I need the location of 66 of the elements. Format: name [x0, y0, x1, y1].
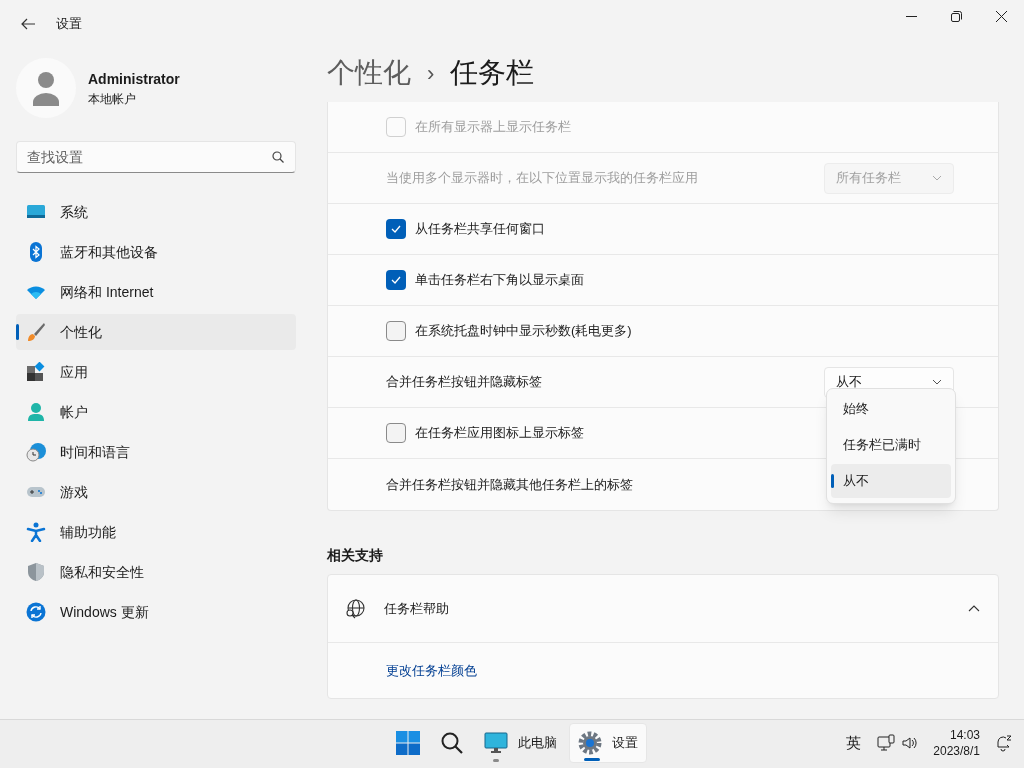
window-title: 设置 [56, 15, 82, 34]
account-type: 本地帐户 [88, 90, 137, 108]
sidebar-item[interactable]: 帐户 [16, 394, 296, 430]
shield-icon [26, 562, 46, 582]
setting-label: 合并任务栏按钮并隐藏标签 [386, 373, 542, 392]
apps-icon [26, 362, 46, 382]
setting-label: 合并任务栏按钮并隐藏其他任务栏上的标签 [386, 475, 633, 494]
chevron-down-icon [932, 175, 942, 181]
clock-time[interactable]: 14:03 [949, 727, 980, 743]
network-icon [877, 734, 896, 752]
link[interactable]: 更改任务栏颜色 [386, 660, 477, 681]
help-expander[interactable]: 任务栏帮助 [328, 575, 998, 642]
monitor-icon [484, 731, 508, 755]
setting-label: 从任务栏共享任何窗口 [415, 220, 545, 239]
breadcrumb-separator: › [427, 59, 435, 88]
search-field[interactable]: 查找设置 [16, 141, 296, 173]
sidebar-item[interactable]: 系统 [16, 194, 296, 230]
sidebar-item[interactable]: 蓝牙和其他设备 [16, 234, 296, 270]
input-method-indicator[interactable]: 英 [839, 731, 868, 755]
close-icon [996, 10, 1007, 22]
check-icon [391, 225, 401, 233]
sidebar-item[interactable]: Windows 更新 [16, 594, 296, 630]
setting-label: 在系统托盘时钟中显示秒数(耗电更多) [415, 322, 632, 341]
brush-icon [26, 322, 46, 342]
sidebar-item[interactable]: 游戏 [16, 474, 296, 510]
refresh-icon [26, 602, 46, 622]
person-icon [26, 402, 46, 422]
minimize-icon [906, 15, 917, 17]
setting-label: 单击任务栏右下角以显示桌面 [415, 271, 584, 290]
chevron-down-icon [932, 379, 942, 385]
checkbox[interactable] [386, 321, 406, 341]
clock-date[interactable]: 2023/8/1 [933, 743, 980, 759]
search-icon [441, 732, 463, 754]
setting-label: 在任务栏应用图标上显示标签 [415, 424, 584, 443]
gear-icon [578, 731, 602, 755]
taskbar-app[interactable]: 此电脑 [476, 723, 565, 763]
sidebar-item[interactable]: 个性化 [16, 314, 296, 350]
breadcrumb-item[interactable]: 任务栏 [450, 52, 535, 94]
sidebar-item[interactable]: 网络和 Internet [16, 274, 296, 310]
checkbox[interactable] [386, 270, 406, 290]
restore-icon [951, 10, 962, 22]
setting-label: 当使用多个显示器时，在以下位置显示我的任务栏应用 [386, 169, 698, 188]
section-heading: 相关支持 [327, 546, 384, 565]
user-name: Administrator [88, 69, 180, 89]
windows-logo-icon [396, 731, 420, 755]
dropdown-option[interactable]: 任务栏已满时 [831, 428, 951, 462]
sidebar-item[interactable]: 辅助功能 [16, 514, 296, 550]
breadcrumb-item[interactable]: 个性化 [327, 52, 411, 94]
globe-clock-icon [26, 442, 46, 462]
sidebar-item[interactable]: 应用 [16, 354, 296, 390]
checkbox[interactable] [386, 219, 406, 239]
back-arrow-icon [20, 16, 36, 32]
sidebar-item[interactable]: 时间和语言 [16, 434, 296, 470]
checkbox[interactable] [386, 423, 406, 443]
search-icon [272, 151, 284, 163]
speaker-icon [901, 734, 920, 752]
notification-bell-icon [994, 734, 1012, 752]
globe-search-icon [344, 597, 366, 620]
accessibility-icon [26, 522, 46, 542]
setting-label: 在所有显示器上显示任务栏 [415, 118, 571, 137]
check-icon [391, 276, 401, 284]
dropdown-option[interactable]: 从不 [831, 464, 951, 498]
chevron-up-icon [968, 605, 980, 612]
taskbar-app[interactable]: 设置 [569, 723, 647, 763]
avatar-icon [16, 58, 76, 118]
sidebar-item[interactable]: 隐私和安全性 [16, 554, 296, 590]
